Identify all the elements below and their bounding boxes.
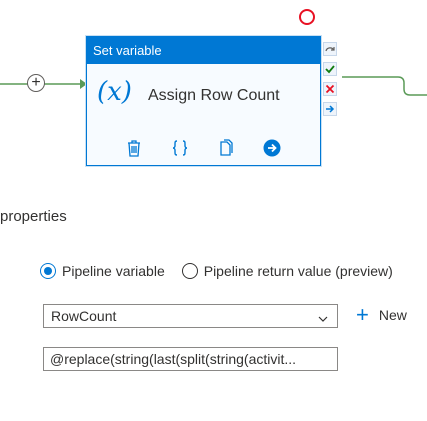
value-expression-field[interactable]: @replace(string(last(split(string(activi…: [43, 347, 338, 371]
plus-icon: +: [356, 302, 369, 327]
add-activity-button[interactable]: +: [27, 74, 45, 92]
validation-error-icon[interactable]: [299, 9, 315, 25]
radio-checked-icon[interactable]: [40, 263, 56, 279]
copy-icon[interactable]: [215, 137, 237, 159]
new-button-label: New: [378, 307, 407, 323]
radio-unchecked-icon[interactable]: [181, 263, 198, 279]
variable-x-icon: (𝑥): [97, 77, 132, 107]
dropdown-value: RowCount: [51, 308, 117, 324]
delete-icon[interactable]: [123, 137, 145, 159]
failure-port-icon[interactable]: [323, 82, 337, 96]
activity-name: Assign Row Count: [148, 87, 280, 104]
activity-output-ports: [323, 42, 339, 122]
radio-label: Pipeline variable: [62, 263, 165, 279]
radio-pipeline-return-value[interactable]: Pipeline return value (preview): [181, 263, 393, 279]
success-port-icon[interactable]: [323, 62, 337, 76]
chevron-down-icon: [317, 309, 329, 331]
activity-type-label: Set variable: [87, 37, 320, 64]
radio-pipeline-variable[interactable]: Pipeline variable: [40, 263, 165, 279]
variable-name-dropdown[interactable]: RowCount: [43, 304, 338, 328]
radio-label: Pipeline return value (preview): [203, 263, 393, 279]
properties-heading: properties: [0, 208, 67, 225]
skipped-port-icon[interactable]: [323, 42, 337, 56]
variable-type-radio-group: Pipeline variable Pipeline return value …: [40, 263, 410, 279]
completion-port-icon[interactable]: [323, 102, 337, 116]
code-icon[interactable]: [169, 137, 191, 159]
go-arrow-icon[interactable]: [261, 137, 283, 159]
new-variable-button[interactable]: + New: [356, 302, 407, 327]
pipeline-canvas: + Set variable (𝑥) Assign Row Count: [0, 0, 427, 190]
set-variable-activity[interactable]: Set variable (𝑥) Assign Row Count: [86, 36, 321, 166]
